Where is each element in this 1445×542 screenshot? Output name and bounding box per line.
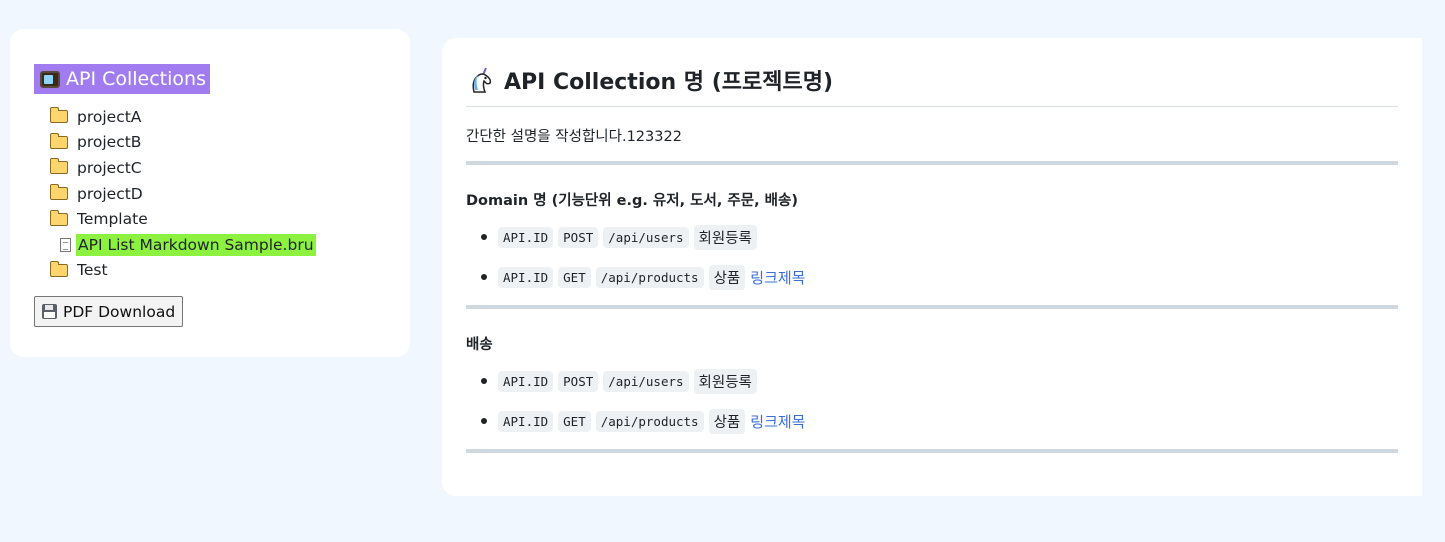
tree-item-projectd[interactable]: projectD [50,181,386,207]
api-path: /api/users [603,370,689,392]
tree-item-projectb[interactable]: projectB [50,130,386,156]
tree-item-test[interactable]: Test [50,258,386,284]
folder-icon [50,184,68,201]
api-name: 회원등록 [693,368,757,394]
api-list: API.ID POST /api/users 회원등록 API.ID GET /… [466,361,1398,441]
section-title: Domain 명 (기능단위 e.g. 유저, 도서, 주문, 배송) [466,193,798,209]
tree-item-projecta[interactable]: projectA [50,104,386,130]
sidebar-title-label: API Collections [66,68,206,90]
unicorn-icon [472,67,492,93]
api-id: API.ID [498,410,554,432]
api-link[interactable]: 링크제목 [750,411,805,432]
api-method: POST [558,370,599,392]
collection-description: 간단한 설명을 작성합니다.123322 [466,129,682,145]
folder-icon [50,107,68,124]
page-title-text: API Collection 명 (프로젝트명) [504,70,834,95]
api-id: API.ID [498,266,554,288]
api-list-item: API.ID POST /api/users 회원등록 [481,217,1398,257]
tree-item-label: projectD [77,184,143,203]
api-method: POST [558,226,599,248]
api-name: 상품 [708,264,746,290]
section-title: 배송 [466,337,493,353]
main-content: API Collection 명 (프로젝트명) 간단한 설명을 작성합니다.1… [442,38,1422,496]
tree-item-api-list-file[interactable]: API List Markdown Sample.bru [50,232,386,258]
api-list: API.ID POST /api/users 회원등록 API.ID GET /… [466,217,1398,297]
api-id: API.ID [498,226,554,248]
api-path: /api/products [595,266,704,288]
api-id: API.ID [498,370,554,392]
floppy-disk-icon [42,304,57,320]
page-title: API Collection 명 (프로젝트명) [466,62,1398,107]
api-name: 상품 [708,408,746,434]
document-icon [60,237,71,252]
folder-icon [50,209,68,226]
api-list-item: API.ID GET /api/products 상품 링크제목 [481,401,1398,441]
tree-item-label: Template [77,210,148,229]
collection-tree: projectA projectB projectC projectD Temp… [34,104,386,283]
pdf-download-label: PDF Download [63,302,176,321]
tv-icon [40,70,60,88]
tree-item-label: projectA [77,107,142,126]
folder-icon [50,132,68,149]
api-path: /api/products [595,410,704,432]
sidebar: API Collections projectA projectB projec… [10,29,410,357]
api-method: GET [558,266,591,288]
tree-item-label-selected: API List Markdown Sample.bru [76,233,316,256]
api-path: /api/users [603,226,689,248]
api-name: 회원등록 [693,224,757,250]
divider [466,161,1398,165]
api-link[interactable]: 링크제목 [750,267,805,288]
divider [466,449,1398,453]
tree-item-label: projectB [77,133,142,152]
divider [466,305,1398,309]
tree-item-template[interactable]: Template [50,206,386,232]
sidebar-title: API Collections [34,64,210,94]
pdf-download-button[interactable]: PDF Download [34,296,184,328]
tree-item-label: Test [77,261,108,280]
tree-item-projectc[interactable]: projectC [50,155,386,181]
folder-icon [50,158,68,175]
folder-icon [50,260,68,277]
api-method: GET [558,410,591,432]
api-list-item: API.ID GET /api/products 상품 링크제목 [481,257,1398,297]
tree-item-label: projectC [77,158,142,177]
api-list-item: API.ID POST /api/users 회원등록 [481,361,1398,401]
